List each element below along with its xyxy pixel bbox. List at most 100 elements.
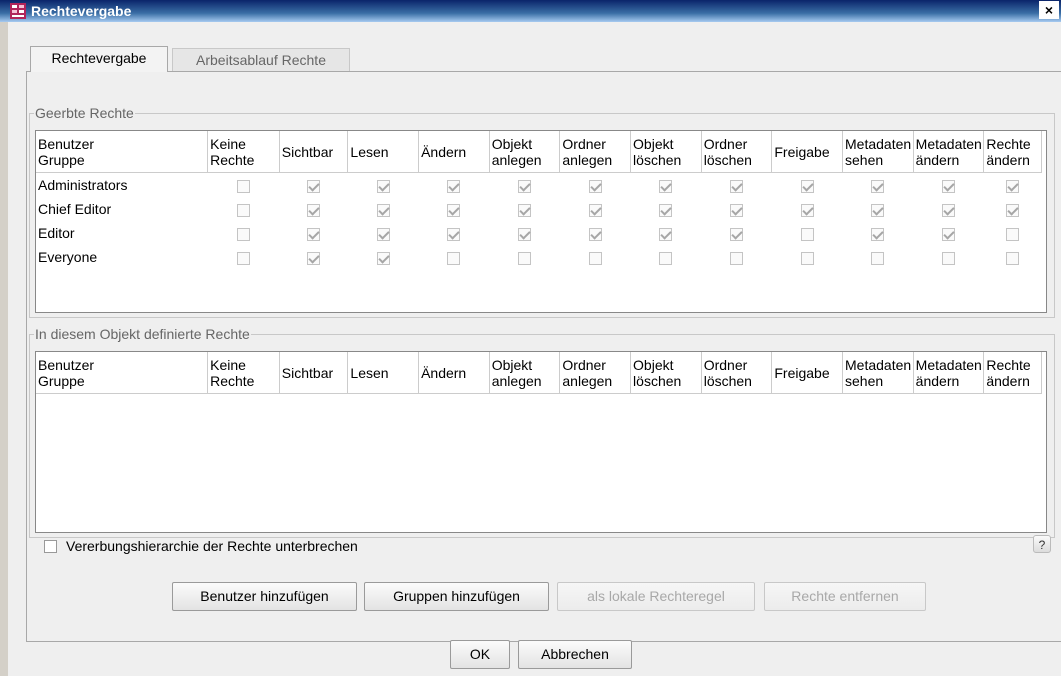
permission-cell xyxy=(418,197,490,221)
permission-cell xyxy=(207,197,280,221)
checked-checkbox-icon xyxy=(376,251,390,265)
permission-cell xyxy=(559,197,632,221)
defined-column-header[interactable]: Objekt löschen xyxy=(630,352,702,394)
permission-cell xyxy=(418,172,490,197)
permission-cell xyxy=(559,172,632,197)
defined-column-header[interactable]: Sichtbar xyxy=(279,352,349,394)
table-row[interactable]: Everyone xyxy=(36,245,1042,269)
permission-cell xyxy=(701,221,773,245)
inherited-column-header[interactable]: Metadaten ändern xyxy=(913,131,985,173)
tab-rechtevergabe[interactable]: Rechtevergabe xyxy=(30,46,168,72)
inherited-column-header[interactable]: Ordner löschen xyxy=(701,131,773,173)
permission-cell xyxy=(842,197,914,221)
table-row[interactable]: Chief Editor xyxy=(36,197,1042,221)
defined-column-header[interactable]: Freigabe xyxy=(771,352,844,394)
checked-checkbox-icon xyxy=(659,179,673,193)
defined-column-header[interactable]: Benutzer Gruppe xyxy=(36,352,209,394)
inherited-column-header[interactable]: Objekt löschen xyxy=(630,131,702,173)
defined-column-header[interactable]: Ändern xyxy=(418,352,490,394)
checked-checkbox-icon xyxy=(942,179,955,193)
permission-cell xyxy=(701,197,773,221)
permission-cell xyxy=(489,197,561,221)
defined-column-header[interactable]: Lesen xyxy=(347,352,420,394)
permission-cell xyxy=(347,221,420,245)
unchecked-checkbox-icon xyxy=(942,251,955,265)
inherit-break-checkbox[interactable] xyxy=(44,540,57,553)
checked-checkbox-icon xyxy=(871,227,885,241)
remove-rights-button[interactable]: Rechte entfernen xyxy=(764,582,926,611)
checked-checkbox-icon xyxy=(307,251,321,265)
inherited-column-header[interactable]: Sichtbar xyxy=(279,131,349,173)
checked-checkbox-icon xyxy=(730,227,744,241)
permission-cell xyxy=(983,197,1042,221)
permission-cell xyxy=(489,221,561,245)
checked-checkbox-icon xyxy=(659,227,673,241)
permission-cell xyxy=(279,197,349,221)
checked-checkbox-icon xyxy=(307,227,321,241)
unchecked-checkbox-icon xyxy=(588,251,602,265)
defined-column-header[interactable]: Ordner löschen xyxy=(701,352,773,394)
unchecked-checkbox-icon xyxy=(518,251,532,265)
tab-panel: Geerbte Rechte Benutzer Gruppe Keine Rech… xyxy=(26,71,1061,642)
permission-cell xyxy=(207,221,280,245)
unchecked-checkbox-icon xyxy=(800,227,814,241)
defined-column-header[interactable]: Metadaten ändern xyxy=(913,352,985,394)
permission-cell xyxy=(207,245,280,269)
inherited-column-header[interactable]: Rechte ändern xyxy=(983,131,1042,173)
inherited-column-header[interactable]: Objekt anlegen xyxy=(489,131,561,173)
checked-checkbox-icon xyxy=(588,179,602,193)
add-group-button[interactable]: Gruppen hinzufügen xyxy=(364,582,549,611)
inherited-column-header[interactable]: Freigabe xyxy=(771,131,844,173)
defined-column-header[interactable]: Rechte ändern xyxy=(983,352,1042,394)
inherited-column-header[interactable]: Lesen xyxy=(347,131,420,173)
defined-column-header[interactable]: Keine Rechte xyxy=(207,352,280,394)
permission-cell xyxy=(983,245,1042,269)
inherited-column-header[interactable]: Ordner anlegen xyxy=(559,131,632,173)
defined-column-header[interactable]: Metadaten sehen xyxy=(842,352,914,394)
checked-checkbox-icon xyxy=(588,203,602,217)
permission-cell xyxy=(771,172,844,197)
close-icon[interactable]: × xyxy=(1039,1,1059,19)
unchecked-checkbox-icon xyxy=(236,251,250,265)
table-row[interactable]: Editor xyxy=(36,221,1042,245)
add-user-button[interactable]: Benutzer hinzufügen xyxy=(172,582,357,611)
checked-checkbox-icon xyxy=(518,227,532,241)
unchecked-checkbox-icon xyxy=(236,227,250,241)
permission-cell xyxy=(559,221,632,245)
window-title: Rechtevergabe xyxy=(31,3,132,19)
cancel-button[interactable]: Abbrechen xyxy=(518,640,632,669)
permission-cell xyxy=(701,245,773,269)
help-icon[interactable]: ? xyxy=(1033,535,1051,553)
table-row[interactable]: Administrators xyxy=(36,172,1042,197)
inherited-column-header[interactable]: Ändern xyxy=(418,131,490,173)
permission-cell xyxy=(913,245,985,269)
unchecked-checkbox-icon xyxy=(1006,251,1020,265)
permission-cell xyxy=(347,197,420,221)
checked-checkbox-icon xyxy=(447,227,461,241)
permission-cell xyxy=(630,197,702,221)
permission-cell xyxy=(489,172,561,197)
defined-column-header[interactable]: Objekt anlegen xyxy=(489,352,561,394)
inherited-column-header[interactable]: Keine Rechte xyxy=(207,131,280,173)
permission-cell xyxy=(842,172,914,197)
checked-checkbox-icon xyxy=(800,203,814,217)
tab-arbeitsablauf-rechte[interactable]: Arbeitsablauf Rechte xyxy=(172,48,350,71)
permission-cell xyxy=(913,197,985,221)
inherited-column-header[interactable]: Benutzer Gruppe xyxy=(36,131,209,173)
permission-cell xyxy=(279,221,349,245)
checked-checkbox-icon xyxy=(871,203,885,217)
ok-button[interactable]: OK xyxy=(450,640,510,669)
permission-cell xyxy=(279,172,349,197)
unchecked-checkbox-icon xyxy=(236,179,250,193)
defined-rights-table: Benutzer Gruppe Keine Rechte Sichtbar Lesen… xyxy=(36,352,1042,394)
permission-cell xyxy=(418,221,490,245)
permission-cell xyxy=(913,172,985,197)
checked-checkbox-icon xyxy=(730,179,744,193)
permission-cell xyxy=(630,245,702,269)
defined-column-header[interactable]: Ordner anlegen xyxy=(559,352,632,394)
local-rule-button[interactable]: als lokale Rechteregel xyxy=(557,582,755,611)
checked-checkbox-icon xyxy=(447,203,461,217)
unchecked-checkbox-icon xyxy=(236,203,250,217)
checked-checkbox-icon xyxy=(447,179,461,193)
inherited-column-header[interactable]: Metadaten sehen xyxy=(842,131,914,173)
